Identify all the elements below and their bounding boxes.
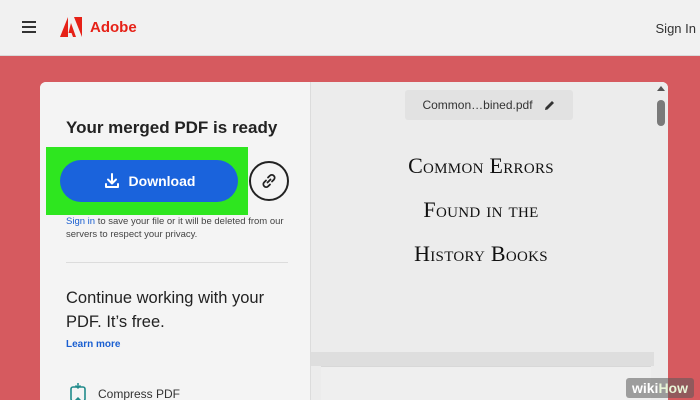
continue-heading: Continue working with your PDF. It’s fre… [66, 289, 265, 331]
tool-compress-pdf[interactable]: Compress PDF [98, 387, 180, 400]
compress-pdf-icon[interactable] [68, 382, 88, 400]
link-icon [262, 173, 276, 189]
sign-in-link[interactable]: Sign In [656, 21, 696, 36]
result-panel: Your merged PDF is ready Download Sign i… [40, 82, 310, 400]
sign-in-note-link[interactable]: Sign in [66, 216, 95, 227]
filename-field[interactable]: Common…bined.pdf [405, 90, 573, 120]
document-title-line: History Books [414, 241, 548, 266]
pdf-preview: Common…bined.pdf Common Errors Found in … [311, 82, 668, 400]
section-divider [66, 262, 288, 263]
hamburger-icon[interactable] [22, 21, 36, 33]
preview-scrollbar[interactable] [654, 82, 668, 400]
wikihow-watermark: wikiHow [625, 378, 694, 398]
next-page [321, 366, 651, 400]
document-title-line: Common Errors [408, 153, 554, 178]
scroll-up-arrow-icon[interactable] [657, 86, 665, 91]
top-bar: Adobe Sign In [0, 0, 700, 56]
privacy-note: Sign in to save your file or it will be … [66, 215, 296, 241]
scrollbar-thumb[interactable] [657, 100, 665, 126]
document-title: Common Errors Found in the History Books [311, 144, 651, 276]
download-label: Download [128, 173, 196, 189]
learn-more-link[interactable]: Learn more [66, 339, 120, 350]
page-separator [311, 352, 656, 366]
document-title-line: Found in the [423, 197, 539, 222]
share-link-button[interactable] [249, 161, 289, 201]
download-button[interactable]: Download [60, 160, 238, 202]
pencil-icon[interactable] [543, 99, 556, 112]
filename-text: Common…bined.pdf [422, 98, 533, 112]
brand-name[interactable]: Adobe [90, 19, 137, 36]
adobe-logo-icon[interactable] [60, 17, 82, 37]
watermark-how: How [658, 380, 688, 396]
merge-result-card: Your merged PDF is ready Download Sign i… [40, 82, 668, 400]
watermark-wiki: wiki [631, 380, 659, 396]
download-icon [104, 173, 119, 188]
privacy-note-text: to save your file or it will be deleted … [66, 216, 284, 240]
ready-heading: Your merged PDF is ready [66, 118, 278, 137]
